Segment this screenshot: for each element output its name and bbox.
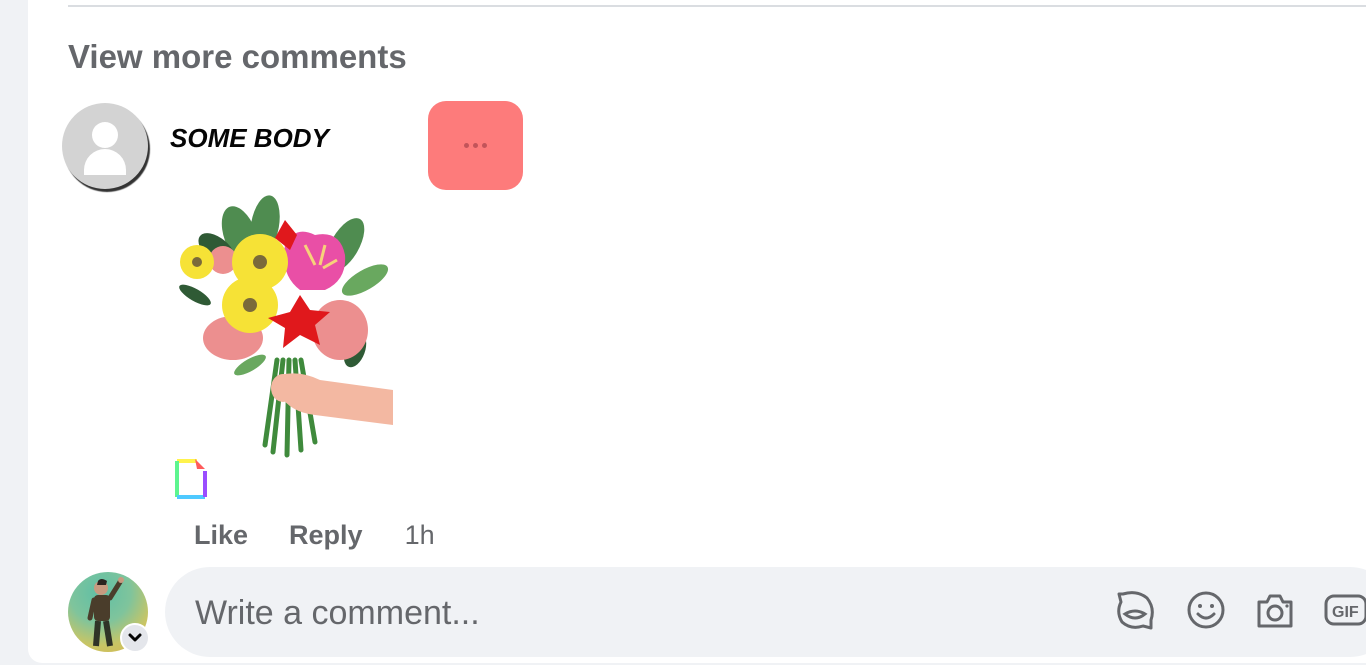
default-avatar-head-icon <box>92 122 118 148</box>
emoji-icon[interactable] <box>1184 588 1228 632</box>
reply-button[interactable]: Reply <box>289 520 363 551</box>
svg-text:GIF: GIF <box>1332 604 1359 621</box>
gif-placeholder-icon[interactable] <box>173 457 209 501</box>
avatar-sticker-icon[interactable] <box>1113 588 1157 632</box>
leaves <box>179 195 389 376</box>
chevron-down-icon[interactable] <box>120 623 150 653</box>
author-avatar[interactable] <box>62 103 148 189</box>
flower-bouquet-sticker <box>179 195 393 458</box>
comment-input[interactable] <box>193 567 1077 659</box>
comment-timestamp[interactable]: 1h <box>405 520 435 551</box>
comment-options-button[interactable] <box>428 101 523 190</box>
view-more-comments-link[interactable]: View more comments <box>68 38 407 76</box>
comment-actions: Like Reply 1h <box>194 518 435 552</box>
like-button[interactable]: Like <box>194 520 248 551</box>
ellipsis-icon <box>464 143 487 148</box>
gif-icon[interactable]: GIF <box>1322 588 1366 632</box>
camera-icon[interactable] <box>1253 588 1297 632</box>
comment-author-name[interactable]: SOME BODY <box>170 123 329 154</box>
default-avatar-body-icon <box>84 149 126 175</box>
divider <box>68 5 1366 7</box>
